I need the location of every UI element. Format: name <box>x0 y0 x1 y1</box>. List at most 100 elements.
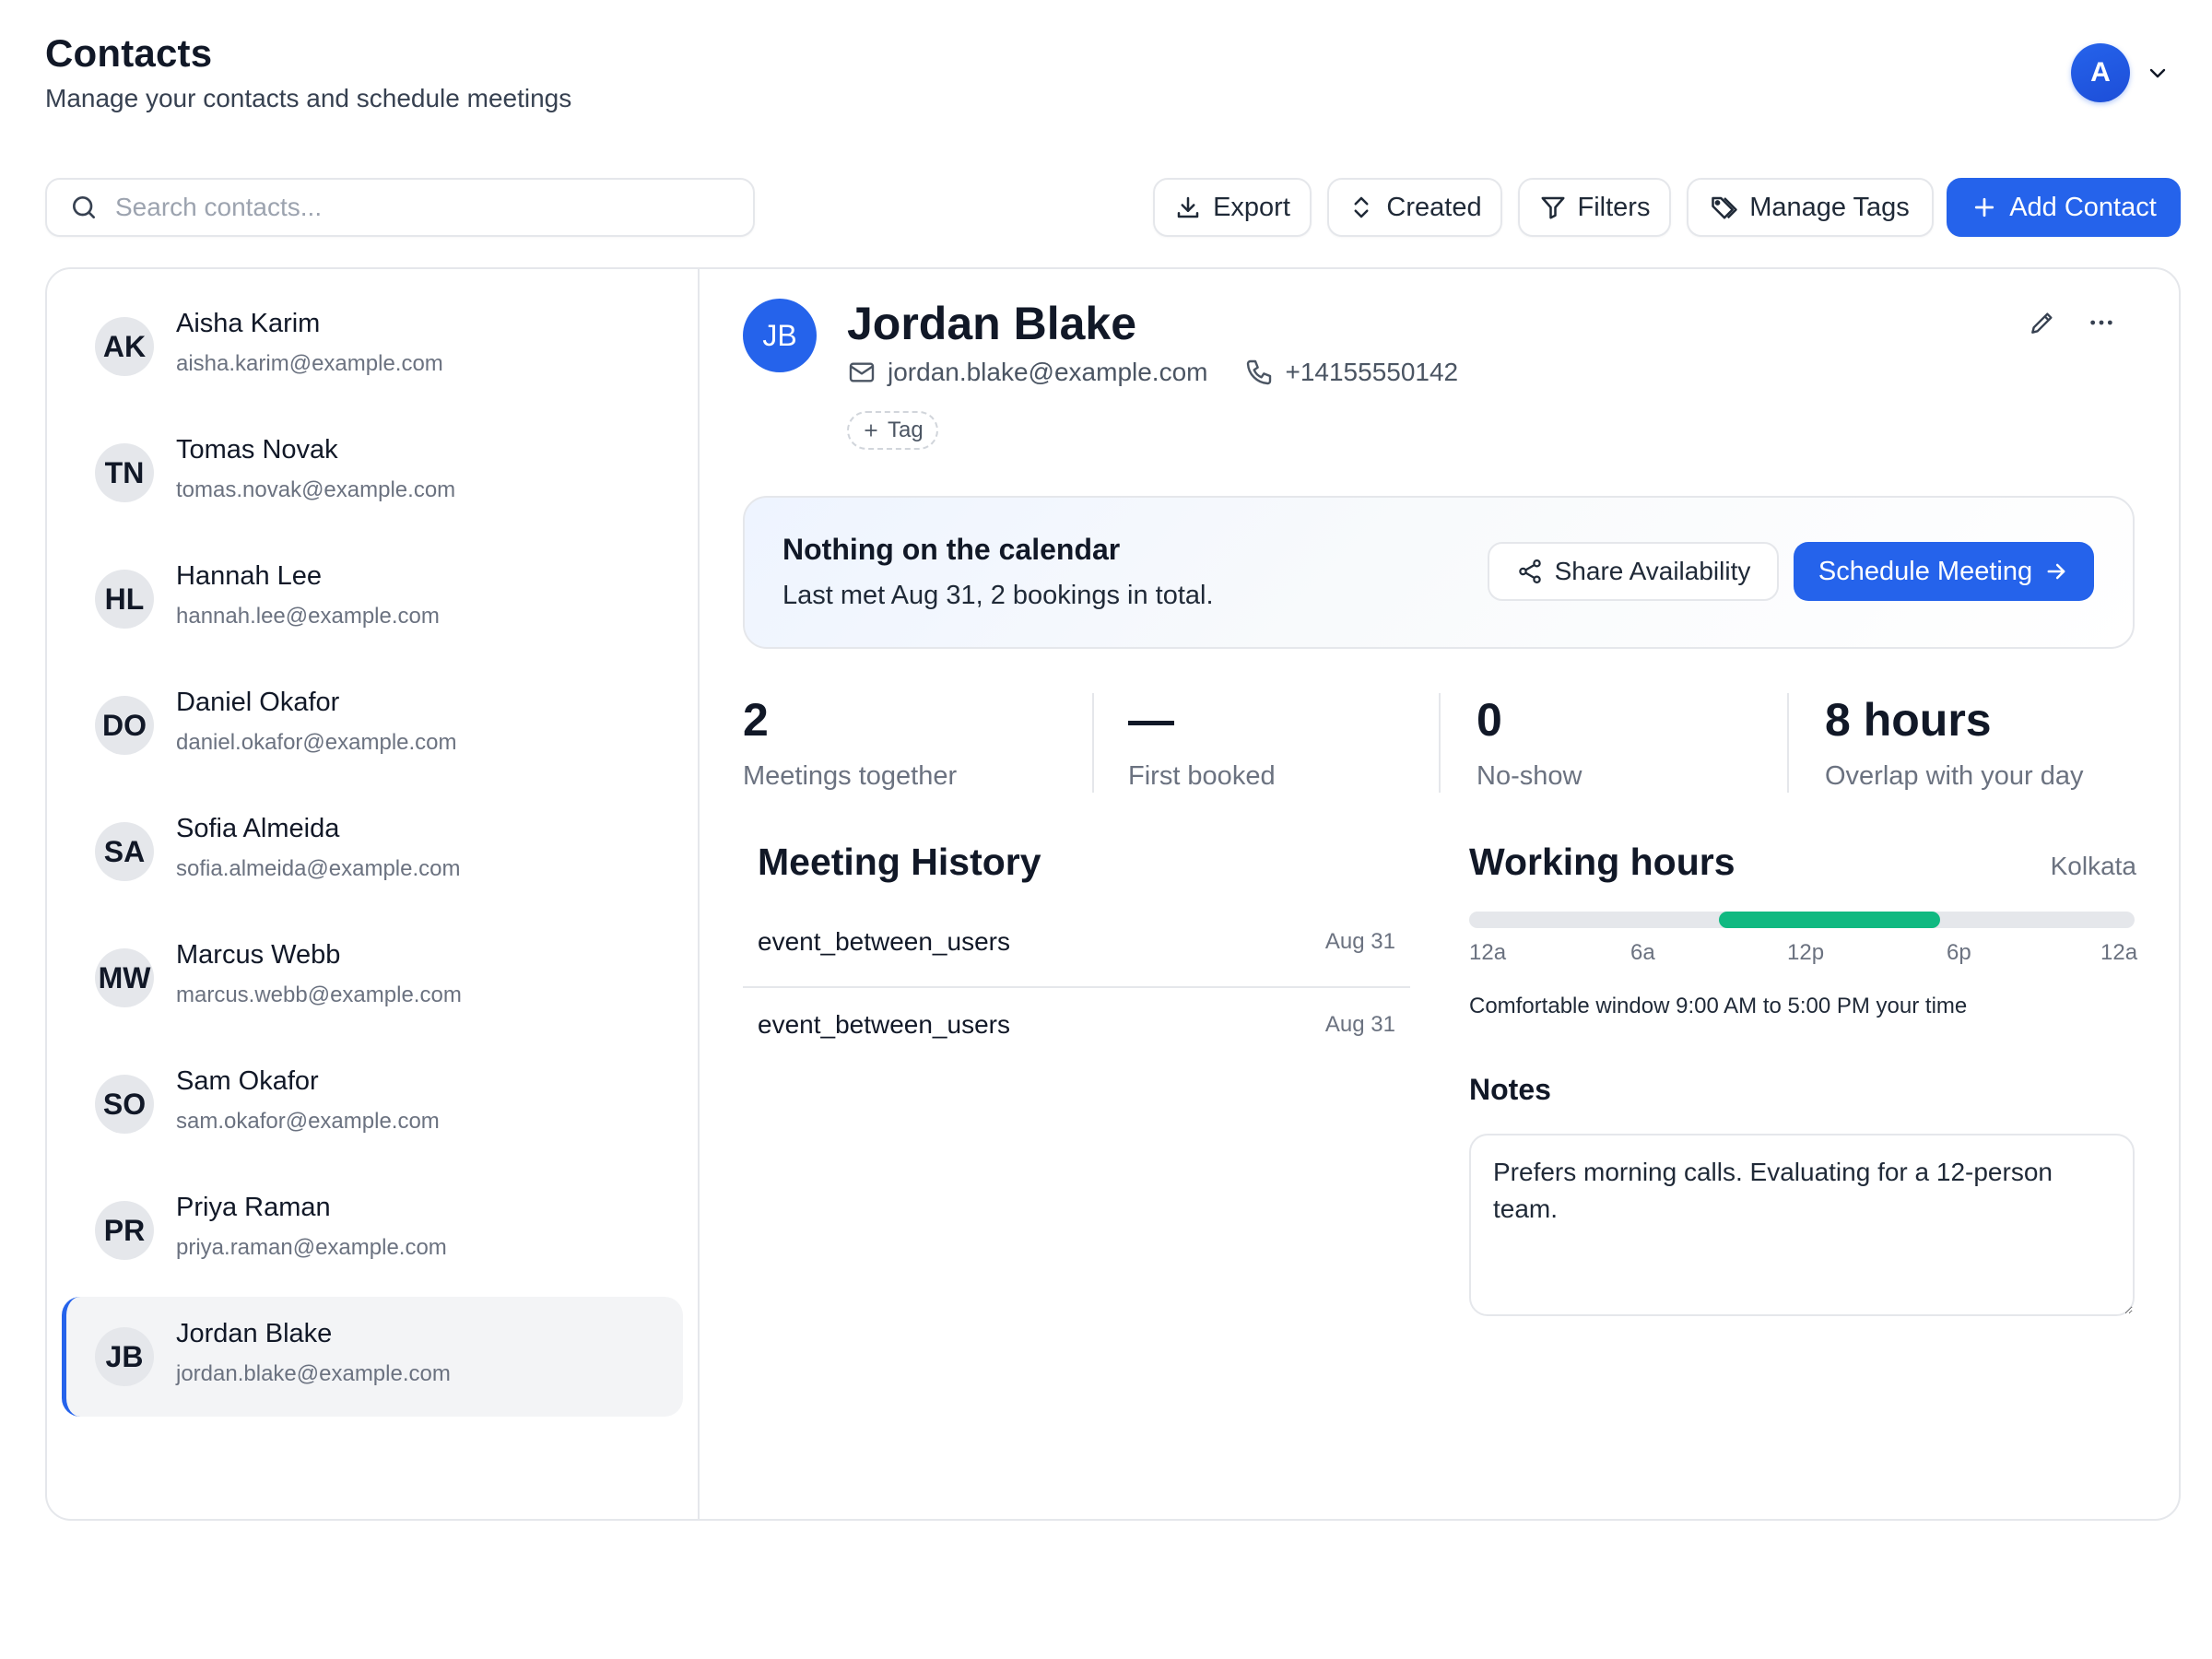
avatar: JB <box>95 1327 154 1386</box>
calendar-subtitle: Last met Aug 31, 2 bookings in total. <box>782 581 1214 610</box>
contact-name: Hannah Lee <box>176 561 323 591</box>
stat-value: 8 hours <box>1825 694 1992 746</box>
list-item[interactable]: SO Sam Okafor sam.okafor@example.com <box>62 1044 683 1164</box>
contact-name: Daniel Okafor <box>176 688 340 717</box>
stat-no-show: 0 No-show <box>1477 691 1582 793</box>
comfort-window-text: Comfortable window 9:00 AM to 5:00 PM yo… <box>1469 994 1968 1018</box>
mail-icon <box>849 362 875 382</box>
more-options-button[interactable] <box>2081 302 2122 343</box>
phone-icon <box>1247 359 1272 385</box>
sort-icon <box>1354 196 1369 218</box>
add-tag-label: Tag <box>888 418 924 442</box>
list-item[interactable]: HL Hannah Lee hannah.lee@example.com <box>62 539 683 659</box>
avatar: PR <box>95 1201 154 1260</box>
list-item[interactable]: DO Daniel Okafor daniel.okafor@example.c… <box>62 665 683 785</box>
stat-label: Meetings together <box>743 761 958 791</box>
contact-list: AK Aisha Karim aisha.karim@example.com T… <box>47 269 700 1519</box>
avatar[interactable]: A <box>2071 43 2130 102</box>
share-availability-button[interactable]: Share Availability <box>1488 542 1779 601</box>
contact-email: sofia.almeida@example.com <box>176 856 461 881</box>
meeting-name: event_between_users <box>758 1010 1010 1039</box>
contact-name: Sofia Almeida <box>176 814 340 843</box>
add-contact-button[interactable]: Add Contact <box>1947 178 2181 237</box>
search-box[interactable] <box>45 178 755 237</box>
add-tag-button[interactable]: Tag <box>847 411 938 450</box>
tags-icon <box>1712 196 1737 219</box>
avatar: TN <box>95 443 154 502</box>
notes-label: Notes <box>1469 1073 1551 1106</box>
sort-label: Created <box>1386 192 1482 222</box>
arrow-right-icon <box>2047 563 2065 580</box>
avatar: DO <box>95 696 154 755</box>
stat-label: Overlap with your day <box>1825 761 2084 791</box>
schedule-meeting-label: Schedule Meeting <box>1818 556 2033 586</box>
contact-title: Jordan Blake <box>847 298 1137 349</box>
stat-overlap: 8 hours Overlap with your day <box>1825 691 2083 793</box>
calendar-title: Nothing on the calendar <box>782 533 1121 566</box>
avatar: AK <box>95 317 154 376</box>
search-icon <box>73 196 95 218</box>
divider <box>1439 693 1441 793</box>
pencil-icon <box>2031 312 2053 334</box>
avatar: MW <box>95 948 154 1007</box>
avatar: SO <box>95 1075 154 1134</box>
contact-email: tomas.novak@example.com <box>176 477 456 502</box>
sort-button[interactable]: Created <box>1327 178 1502 237</box>
list-item[interactable]: SA Sofia Almeida sofia.almeida@example.c… <box>62 792 683 912</box>
stat-meetings: 2 Meetings together <box>743 691 957 793</box>
time-tick: 12p <box>1787 940 1825 965</box>
add-contact-label: Add Contact <box>2009 192 2157 222</box>
export-label: Export <box>1213 192 1290 222</box>
avatar: JB <box>743 299 817 372</box>
contact-email: sam.okafor@example.com <box>176 1109 440 1134</box>
avatar: HL <box>95 570 154 629</box>
list-item[interactable]: TN Tomas Novak tomas.novak@example.com <box>62 413 683 533</box>
plus-icon <box>1975 197 1994 218</box>
time-tick: 12a <box>2100 940 2138 965</box>
share-availability-label: Share Availability <box>1554 557 1751 585</box>
calendar-card: Nothing on the calendar Last met Aug 31,… <box>743 496 2135 649</box>
page-title: Contacts <box>45 31 213 75</box>
list-item[interactable]: PR Priya Raman priya.raman@example.com <box>62 1171 683 1290</box>
meeting-name: event_between_users <box>758 927 1010 956</box>
more-horizontal-icon <box>2090 320 2112 325</box>
user-menu[interactable]: A <box>2071 43 2169 102</box>
contact-email: jordan.blake@example.com <box>176 1361 451 1386</box>
contact-name: Sam Okafor <box>176 1066 319 1096</box>
export-button[interactable]: Export <box>1153 178 1312 237</box>
stat-label: First booked <box>1128 761 1276 791</box>
notes-textarea[interactable]: Prefers morning calls. Evaluating for a … <box>1469 1134 2135 1316</box>
filters-button[interactable]: Filters <box>1518 178 1671 237</box>
list-item[interactable]: AK Aisha Karim aisha.karim@example.com <box>62 287 683 406</box>
contact-email: hannah.lee@example.com <box>176 604 440 629</box>
contact-detail: JB Jordan Blake jordan.blake@example.com… <box>701 269 2179 1519</box>
contact-phone-link[interactable]: +14155550142 <box>1285 358 1458 387</box>
working-window-fill <box>1718 912 1941 928</box>
divider <box>1787 693 1789 793</box>
meeting-history-row[interactable]: event_between_users Aug 31 <box>743 988 1410 1071</box>
divider <box>1092 693 1094 793</box>
stat-value: 2 <box>743 694 769 746</box>
contact-email-link[interactable]: jordan.blake@example.com <box>888 358 1207 387</box>
edit-button[interactable] <box>2022 302 2063 343</box>
chevron-down-icon[interactable] <box>2147 62 2169 84</box>
contact-name: Tomas Novak <box>176 435 338 465</box>
manage-tags-button[interactable]: Manage Tags <box>1687 178 1934 237</box>
search-input[interactable] <box>115 193 705 222</box>
page-subtitle: Manage your contacts and schedule meetin… <box>45 84 572 112</box>
stat-value: 0 <box>1477 694 1502 746</box>
meeting-history-title: Meeting History <box>758 841 1041 883</box>
time-tick: 6p <box>1947 940 1971 965</box>
contact-email: aisha.karim@example.com <box>176 351 443 376</box>
time-tick: 6a <box>1630 940 1655 965</box>
timezone-label: Kolkata <box>2050 852 2136 880</box>
filters-label: Filters <box>1577 192 1651 222</box>
schedule-meeting-button[interactable]: Schedule Meeting <box>1794 542 2094 601</box>
list-item[interactable]: MW Marcus Webb marcus.webb@example.com <box>62 918 683 1038</box>
working-hours-title: Working hours <box>1469 841 1735 883</box>
share-icon <box>1518 559 1541 583</box>
time-tick: 12a <box>1469 940 1507 965</box>
list-item-selected[interactable]: JB Jordan Blake jordan.blake@example.com <box>62 1297 683 1417</box>
contact-name: Marcus Webb <box>176 940 341 970</box>
meeting-history-row[interactable]: event_between_users Aug 31 <box>743 905 1410 988</box>
